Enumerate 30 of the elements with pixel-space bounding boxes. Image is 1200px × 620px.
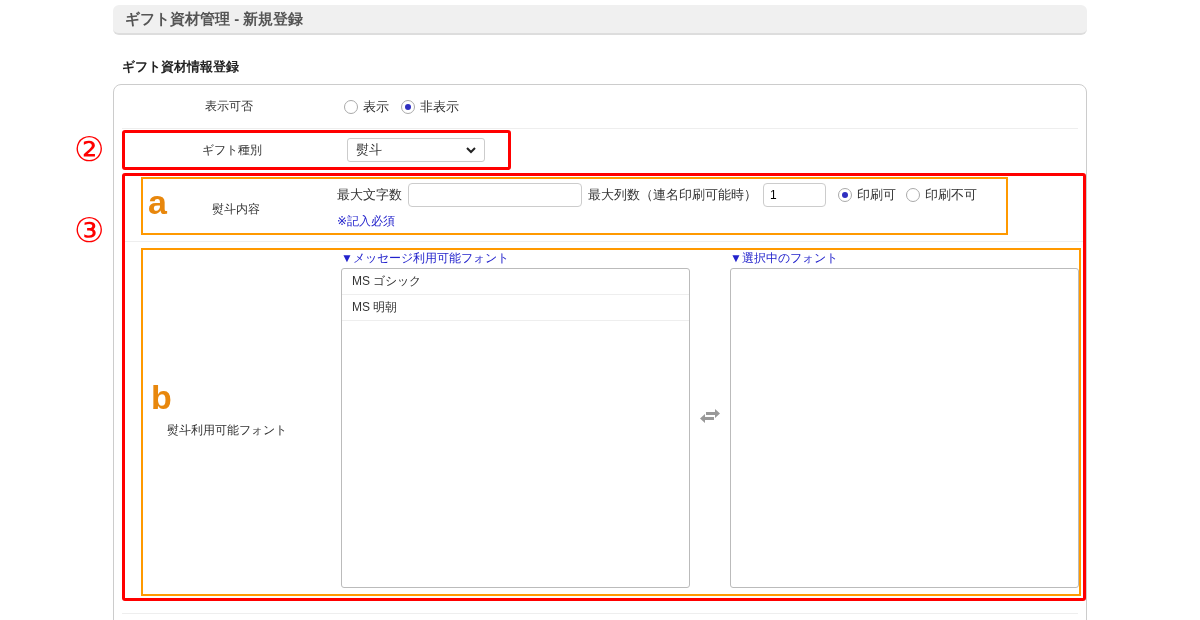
list-title: ▼メッセージ利用可能フォント bbox=[341, 250, 510, 267]
field-label: 熨斗内容 bbox=[212, 202, 260, 216]
page-title: ギフト資材管理 - 新規登録 bbox=[125, 9, 304, 29]
annotation-letter: a bbox=[148, 185, 167, 219]
field-label: 熨斗利用可能フォント bbox=[167, 422, 287, 439]
gift-type-dropdown[interactable]: 熨斗 bbox=[347, 138, 485, 162]
annotation-number: ② bbox=[74, 132, 105, 166]
radio-button[interactable] bbox=[344, 99, 358, 114]
max-chars-input[interactable] bbox=[408, 183, 582, 207]
list-title: ▼選択中のフォント bbox=[730, 250, 839, 267]
max-columns-input[interactable]: 1 bbox=[763, 183, 826, 207]
swap-arrows-icon[interactable] bbox=[700, 408, 720, 424]
font-list-item[interactable]: MS 明朝 bbox=[342, 295, 689, 321]
radio-label: 表示 bbox=[363, 97, 389, 116]
field-label: 最大文字数 bbox=[337, 186, 402, 204]
radio-label: 印刷不可 bbox=[925, 186, 977, 204]
radio-label: 非表示 bbox=[420, 97, 459, 116]
annotation-number: ③ bbox=[74, 213, 105, 247]
chevron-down-icon bbox=[466, 146, 476, 154]
annotation-letter: b bbox=[151, 380, 172, 414]
radio-button[interactable] bbox=[401, 99, 415, 114]
radio-label: 印刷可 bbox=[857, 186, 896, 204]
field-label: 最大列数（連名印刷可能時） bbox=[588, 186, 757, 204]
radio-button[interactable] bbox=[838, 188, 852, 202]
field-label: 表示可否 bbox=[204, 98, 254, 115]
section-title: ギフト資材情報登録 bbox=[122, 58, 240, 76]
required-note: ※記入必須 bbox=[337, 213, 396, 230]
font-list-item[interactable]: MS ゴシック bbox=[342, 269, 689, 295]
field-label: ギフト種別 bbox=[201, 141, 263, 159]
radio-button[interactable] bbox=[906, 188, 920, 202]
